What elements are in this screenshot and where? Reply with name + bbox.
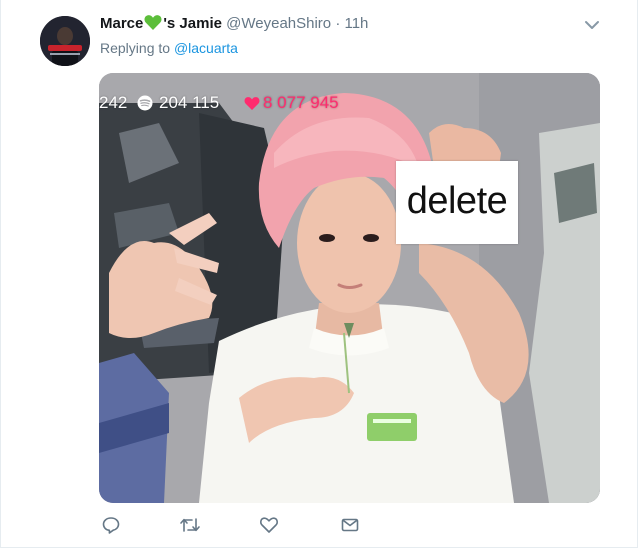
like-button[interactable] <box>256 512 282 538</box>
chevron-down-icon[interactable] <box>584 18 600 30</box>
sign-text: delete <box>406 180 508 222</box>
retweet-icon <box>180 518 200 532</box>
replying-to: Replying to @lacuarta <box>100 38 238 58</box>
heart-icon <box>244 96 260 111</box>
photo <box>99 73 600 503</box>
author-handle[interactable]: @WeyeahShiro <box>226 15 331 32</box>
tweet-actions <box>98 512 398 538</box>
message-icon <box>341 518 359 532</box>
green-heart-icon <box>144 14 162 37</box>
author-name-start[interactable]: Marce <box>100 15 143 32</box>
avatar-image <box>40 16 90 66</box>
reply-button[interactable] <box>98 512 124 538</box>
replying-handle-link[interactable]: @lacuarta <box>174 40 238 56</box>
author-name[interactable]: Marce 's Jamie <box>100 15 222 32</box>
separator-dot: · <box>335 15 341 32</box>
held-sign: delete <box>396 161 518 244</box>
reply-icon <box>102 517 120 534</box>
avatar[interactable] <box>40 16 90 66</box>
replying-prefix: Replying to <box>100 40 171 56</box>
tweet-time[interactable]: 11h <box>344 15 368 32</box>
tweet-media[interactable]: 242 204 115 8 077 945 delete <box>99 73 600 503</box>
retweet-button[interactable] <box>176 512 202 538</box>
stat-count-2: 204 115 <box>159 93 220 112</box>
tweet-header: Marce 's Jamie @WeyeahShiro · 11h <box>100 14 368 37</box>
spotify-icon <box>137 95 153 111</box>
stat-count-3: 8 077 945 <box>263 93 339 112</box>
like-icon <box>260 517 278 533</box>
message-button[interactable] <box>337 512 363 538</box>
tweet-border-left <box>0 0 1 548</box>
stat-count-1: 242 <box>99 93 128 112</box>
author-name-end[interactable]: 's Jamie <box>163 15 222 32</box>
